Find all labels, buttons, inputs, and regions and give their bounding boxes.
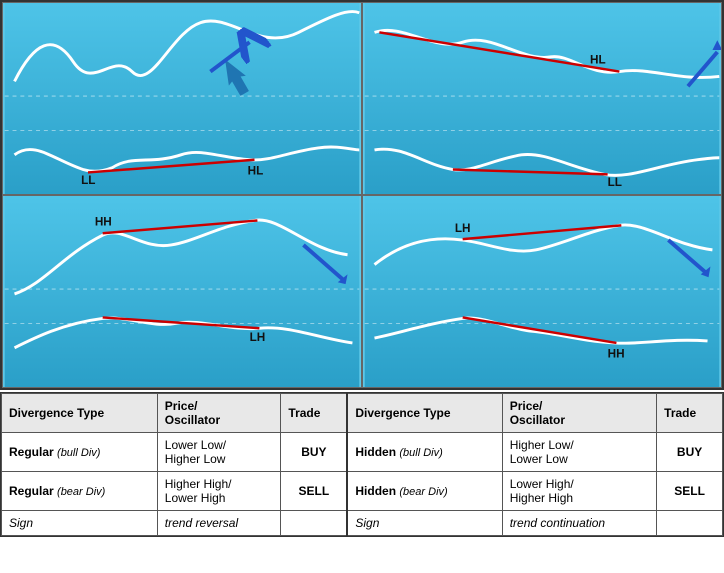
sign-trade-1 [281, 511, 347, 536]
price-osc-2-bull: Higher Low/Lower Low [502, 433, 656, 472]
svg-text:HL: HL [590, 54, 606, 67]
col-header-div-type-1: Divergence Type [2, 394, 158, 433]
sign-value-1: trend reversal [157, 511, 281, 536]
table-row-sign: Sign trend reversal Sign trend continuat… [2, 511, 723, 536]
price-osc-1-bull: Lower Low/Higher Low [157, 433, 281, 472]
chart-bottom-right: LH HH [362, 195, 722, 388]
trade-1-bear: SELL [281, 472, 347, 511]
divergence-table: Divergence Type Price/Oscillator Trade D… [0, 392, 724, 537]
col-header-div-type-2: Divergence Type [347, 394, 502, 433]
div-type-1-bull: Regular (bull Div) [2, 433, 158, 472]
div-type-2-bull: Hidden (bull Div) [347, 433, 502, 472]
charts-grid: LL HL [0, 0, 724, 390]
chart-top-right: HL LL [362, 2, 722, 195]
svg-text:HL: HL [248, 164, 264, 177]
price-osc-1-bear: Higher High/Lower High [157, 472, 281, 511]
chart-top-left: LL HL [2, 2, 362, 195]
svg-text:HH: HH [608, 348, 625, 361]
table-row-bull: Regular (bull Div) Lower Low/Higher Low … [2, 433, 723, 472]
col-header-trade-2: Trade [657, 394, 723, 433]
div-type-2-bear: Hidden (bear Div) [347, 472, 502, 511]
price-osc-2-bear: Lower High/Higher High [502, 472, 656, 511]
div-type-1-bear: Regular (bear Div) [2, 472, 158, 511]
trade-2-bear: SELL [657, 472, 723, 511]
sign-label-2: Sign [347, 511, 502, 536]
trade-1-bull: BUY [281, 433, 347, 472]
sign-label-1: Sign [2, 511, 158, 536]
col-header-price-osc-1: Price/Oscillator [157, 394, 281, 433]
svg-text:LL: LL [608, 176, 622, 189]
table-row-bear: Regular (bear Div) Higher High/Lower Hig… [2, 472, 723, 511]
col-header-trade-1: Trade [281, 394, 347, 433]
svg-text:LH: LH [250, 331, 266, 344]
svg-text:HH: HH [95, 215, 112, 228]
trade-2-bull: BUY [657, 433, 723, 472]
svg-text:LH: LH [455, 222, 471, 235]
sign-trade-2 [657, 511, 723, 536]
svg-text:LL: LL [81, 174, 95, 187]
chart-bottom-left: HH LH [2, 195, 362, 388]
sign-value-2: trend continuation [502, 511, 656, 536]
col-header-price-osc-2: Price/Oscillator [502, 394, 656, 433]
